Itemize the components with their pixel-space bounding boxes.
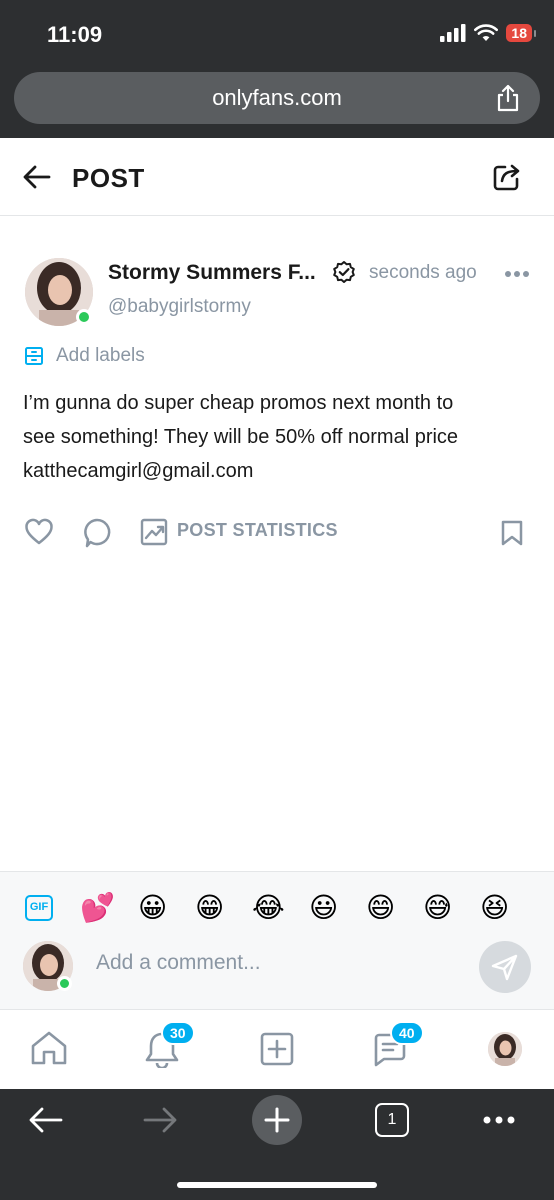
- notifications-badge: 30: [161, 1021, 195, 1045]
- post-text-line: see something! They will be 50% off norm…: [23, 426, 459, 448]
- url-bar[interactable]: onlyfans.com: [14, 72, 540, 124]
- statistics-chart-icon[interactable]: [140, 518, 168, 546]
- profile-avatar[interactable]: [488, 1032, 522, 1066]
- tabs-count: 1: [387, 1111, 397, 1128]
- comment-input[interactable]: Add a comment...: [96, 951, 261, 975]
- bookmark-icon[interactable]: [500, 519, 524, 547]
- post-timestamp: seconds ago: [369, 262, 477, 283]
- add-labels-button[interactable]: Add labels: [56, 345, 145, 367]
- add-post-icon[interactable]: [260, 1032, 294, 1066]
- url-text: onlyfans.com: [212, 85, 342, 110]
- tabs-button[interactable]: 1: [375, 1103, 409, 1137]
- emoji-beaming[interactable]: 😁: [195, 886, 224, 930]
- wifi-icon: [474, 24, 499, 41]
- home-indicator: [177, 1182, 377, 1188]
- post-text-line: katthecamgirl@gmail.com: [23, 460, 254, 482]
- online-status-dot: [76, 309, 92, 325]
- more-options-icon[interactable]: [504, 270, 530, 278]
- labels-icon[interactable]: [24, 346, 44, 366]
- status-time: 11:09: [47, 22, 103, 47]
- more-menu-icon[interactable]: [482, 1115, 516, 1125]
- share-post-icon[interactable]: [492, 162, 522, 192]
- send-icon: [491, 954, 518, 981]
- emoji-sweat-smile[interactable]: 😅: [423, 886, 452, 930]
- messages-badge: 40: [390, 1021, 424, 1045]
- home-icon[interactable]: [30, 1030, 68, 1066]
- post-text: I’m gunna do super cheap promos next mon…: [23, 386, 543, 488]
- page-title: POST: [72, 163, 145, 193]
- browser-top-bar: 11:09 18 onlyfans.com: [0, 0, 554, 138]
- emoji-tears-of-joy[interactable]: 😂: [252, 886, 285, 930]
- verified-badge-icon: [333, 261, 355, 283]
- emoji-big-eyes[interactable]: 😃: [309, 886, 338, 930]
- author-name[interactable]: Stormy Summers F...: [108, 261, 316, 285]
- emoji-grinning[interactable]: 😀: [138, 886, 167, 930]
- battery-indicator: 18: [506, 24, 536, 42]
- emoji-squinting[interactable]: 😆: [480, 886, 509, 930]
- back-arrow-icon[interactable]: [22, 164, 52, 190]
- post-statistics-button[interactable]: POST STATISTICS: [177, 520, 338, 541]
- browser-forward-icon[interactable]: [142, 1106, 178, 1134]
- commenter-online-dot: [57, 976, 72, 991]
- send-comment-button[interactable]: [479, 941, 531, 993]
- share-icon[interactable]: [496, 84, 520, 112]
- emoji-smiling-eyes[interactable]: 😄: [366, 886, 395, 930]
- emoji-quick-bar: 💕 😀 😁 😂 😃 😄 😅 😆: [0, 886, 554, 930]
- comment-bubble-icon[interactable]: [82, 517, 112, 549]
- status-icons: 18: [440, 24, 536, 42]
- post-text-line: I’m gunna do super cheap promos next mon…: [23, 392, 454, 414]
- author-handle[interactable]: @babygirlstormy: [108, 296, 251, 318]
- new-tab-icon[interactable]: [250, 1094, 304, 1146]
- browser-back-icon[interactable]: [28, 1106, 64, 1134]
- like-heart-icon[interactable]: [24, 518, 54, 546]
- post-header: POST: [0, 138, 554, 216]
- emoji-two-hearts[interactable]: 💕: [80, 886, 115, 930]
- signal-icon: [440, 24, 466, 42]
